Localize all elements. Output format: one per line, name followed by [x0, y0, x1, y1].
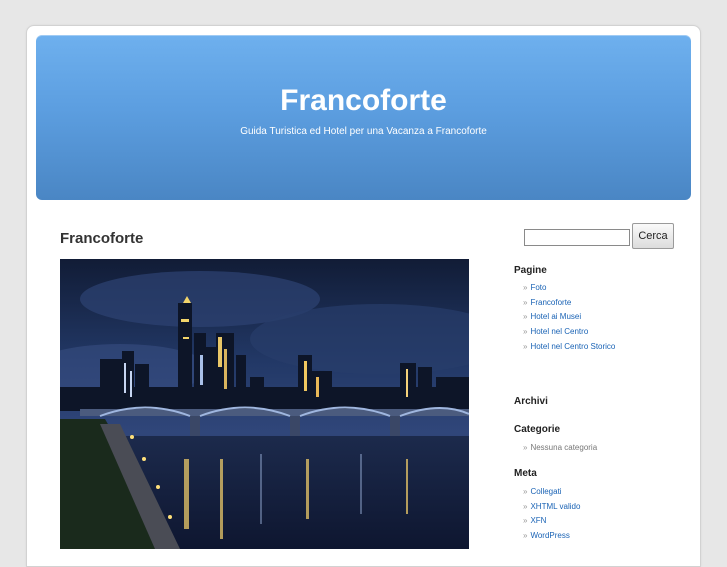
- page-link-hotel-nel-centro-storico[interactable]: Hotel nel Centro Storico: [530, 342, 615, 351]
- blog-title[interactable]: Francoforte: [36, 84, 691, 118]
- category-nessuna: Nessuna categoria: [530, 443, 598, 452]
- list-item: » WordPress: [523, 529, 580, 544]
- list-item: » XFN: [523, 514, 580, 529]
- list-item: » XHTML valido: [523, 500, 580, 515]
- search-input[interactable]: [524, 229, 630, 246]
- page-link-hotel-nel-centro[interactable]: Hotel nel Centro: [530, 327, 588, 336]
- bullet: »: [523, 297, 528, 307]
- page-container: Francoforte Guida Turistica ed Hotel per…: [26, 25, 701, 567]
- list-item: » Hotel ai Musei: [523, 310, 615, 325]
- search-button[interactable]: Cerca: [632, 223, 674, 249]
- list-item: » Hotel nel Centro: [523, 325, 615, 340]
- categories-list: » Nessuna categoria: [523, 441, 597, 456]
- categories-heading: Categorie: [514, 424, 561, 435]
- list-item: » Nessuna categoria: [523, 441, 597, 456]
- pages-list: » Foto » Francoforte » Hotel ai Musei » Hote…: [523, 281, 615, 354]
- bullet: »: [523, 531, 528, 541]
- meta-list: » Collegati » XHTML valido » XFN » WordPress: [523, 485, 580, 544]
- list-item: » Francoforte: [523, 296, 615, 311]
- pages-heading: Pagine: [514, 265, 547, 276]
- meta-link-xhtml[interactable]: XHTML valido: [530, 502, 580, 511]
- bullet: »: [523, 516, 528, 526]
- bullet: »: [523, 487, 528, 496]
- list-item: » Foto: [523, 281, 615, 296]
- meta-heading: Meta: [514, 468, 537, 479]
- blog-description: Guida Turistica ed Hotel per una Vacanza…: [240, 126, 487, 137]
- site-header: Francoforte Guida Turistica ed Hotel per…: [36, 35, 691, 200]
- bullet: »: [523, 283, 528, 292]
- meta-link-xfn[interactable]: XFN: [530, 516, 546, 525]
- post-title[interactable]: Francoforte: [60, 230, 470, 250]
- list-item: » Collegati: [523, 485, 580, 500]
- page-link-francoforte[interactable]: Francoforte: [530, 298, 571, 307]
- bullet: »: [523, 341, 528, 351]
- bullet: »: [523, 327, 528, 337]
- meta-link-collegati[interactable]: Collegati: [530, 487, 561, 496]
- post-image-frankfurt-skyline: [60, 259, 469, 549]
- bullet: »: [523, 312, 528, 322]
- list-item: » Hotel nel Centro Storico: [523, 340, 615, 355]
- meta-link-wordpress[interactable]: WordPress: [530, 531, 569, 540]
- page-link-hotel-ai-musei[interactable]: Hotel ai Musei: [530, 312, 581, 321]
- main-content: Francoforte: [60, 230, 470, 549]
- bullet: »: [523, 501, 528, 511]
- bullet: »: [523, 443, 528, 452]
- page-link-foto[interactable]: Foto: [530, 283, 546, 292]
- archives-heading: Archivi: [514, 396, 548, 407]
